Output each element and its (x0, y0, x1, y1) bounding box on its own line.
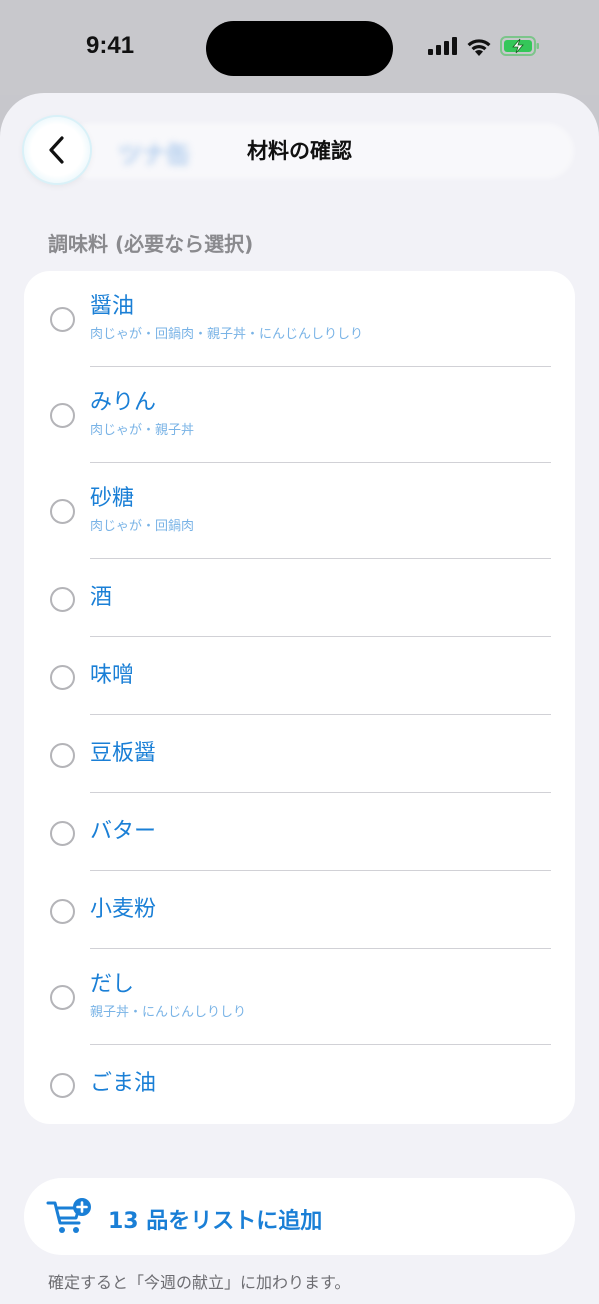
item-recipes: 親子丼・にんじんしりしり (90, 1005, 247, 1020)
list-item[interactable]: バター (24, 793, 575, 871)
radio-button[interactable] (50, 985, 75, 1010)
item-recipes: 肉じゃが・回鍋肉・親子丼・にんじんしりしり (90, 327, 364, 342)
add-to-list-button[interactable]: 13 品をリストに追加 (24, 1178, 575, 1255)
list-item[interactable]: だし 親子丼・にんじんしりしり (24, 949, 575, 1045)
item-name: ごま油 (90, 1071, 157, 1096)
list-item[interactable]: 小麦粉 (24, 871, 575, 949)
radio-button[interactable] (50, 821, 75, 846)
item-recipes: 肉じゃが・親子丼 (90, 423, 195, 438)
radio-button[interactable] (50, 1073, 75, 1098)
item-name: 酒 (90, 585, 113, 610)
list-item[interactable]: 豆板醤 (24, 715, 575, 793)
item-name: 砂糖 (90, 486, 135, 511)
radio-button[interactable] (50, 587, 75, 612)
item-name: 豆板醤 (90, 741, 157, 766)
wifi-icon (467, 38, 491, 56)
radio-button[interactable] (50, 743, 75, 768)
sheet: ツナ缶 材料の確認 調味料 (必要なら選択) 醤油 肉じゃが・回鍋肉・親子丼・に… (0, 93, 599, 1304)
list-item[interactable]: みりん 肉じゃが・親子丼 (24, 367, 575, 463)
list-item[interactable]: 砂糖 肉じゃが・回鍋肉 (24, 463, 575, 559)
list-item[interactable]: ごま油 (24, 1045, 575, 1124)
item-name: 味噌 (90, 663, 135, 688)
nav-bar: ツナ缶 材料の確認 (24, 115, 575, 185)
list-item[interactable]: 味噌 (24, 637, 575, 715)
radio-button[interactable] (50, 499, 75, 524)
radio-button[interactable] (50, 307, 75, 332)
item-name: 小麦粉 (90, 897, 157, 922)
list-item[interactable]: 酒 (24, 559, 575, 637)
item-name: バター (90, 819, 157, 844)
item-name: 醤油 (90, 294, 135, 319)
item-recipes: 肉じゃが・回鍋肉 (90, 519, 195, 534)
footnote: 確定すると「今週の献立」に加わります。 (48, 1273, 351, 1292)
item-name: みりん (90, 390, 157, 415)
item-name: だし (90, 972, 135, 997)
status-time: 9:41 (86, 32, 135, 59)
ingredient-list: 醤油 肉じゃが・回鍋肉・親子丼・にんじんしりしり みりん 肉じゃが・親子丼 砂糖… (24, 271, 575, 1124)
signal-icon (428, 37, 457, 55)
section-header: 調味料 (必要なら選択) (48, 232, 254, 256)
add-to-list-label: 13 品をリストに追加 (108, 1209, 323, 1234)
radio-button[interactable] (50, 403, 75, 428)
radio-button[interactable] (50, 899, 75, 924)
status-bar: 9:41 (0, 0, 599, 95)
page-title: 材料の確認 (247, 139, 352, 163)
list-item[interactable]: 醤油 肉じゃが・回鍋肉・親子丼・にんじんしりしり (24, 271, 575, 367)
battery-charging-icon (500, 36, 539, 56)
cart-plus-icon (46, 1198, 91, 1233)
dynamic-island (206, 21, 393, 76)
radio-button[interactable] (50, 665, 75, 690)
status-icons (428, 36, 540, 56)
